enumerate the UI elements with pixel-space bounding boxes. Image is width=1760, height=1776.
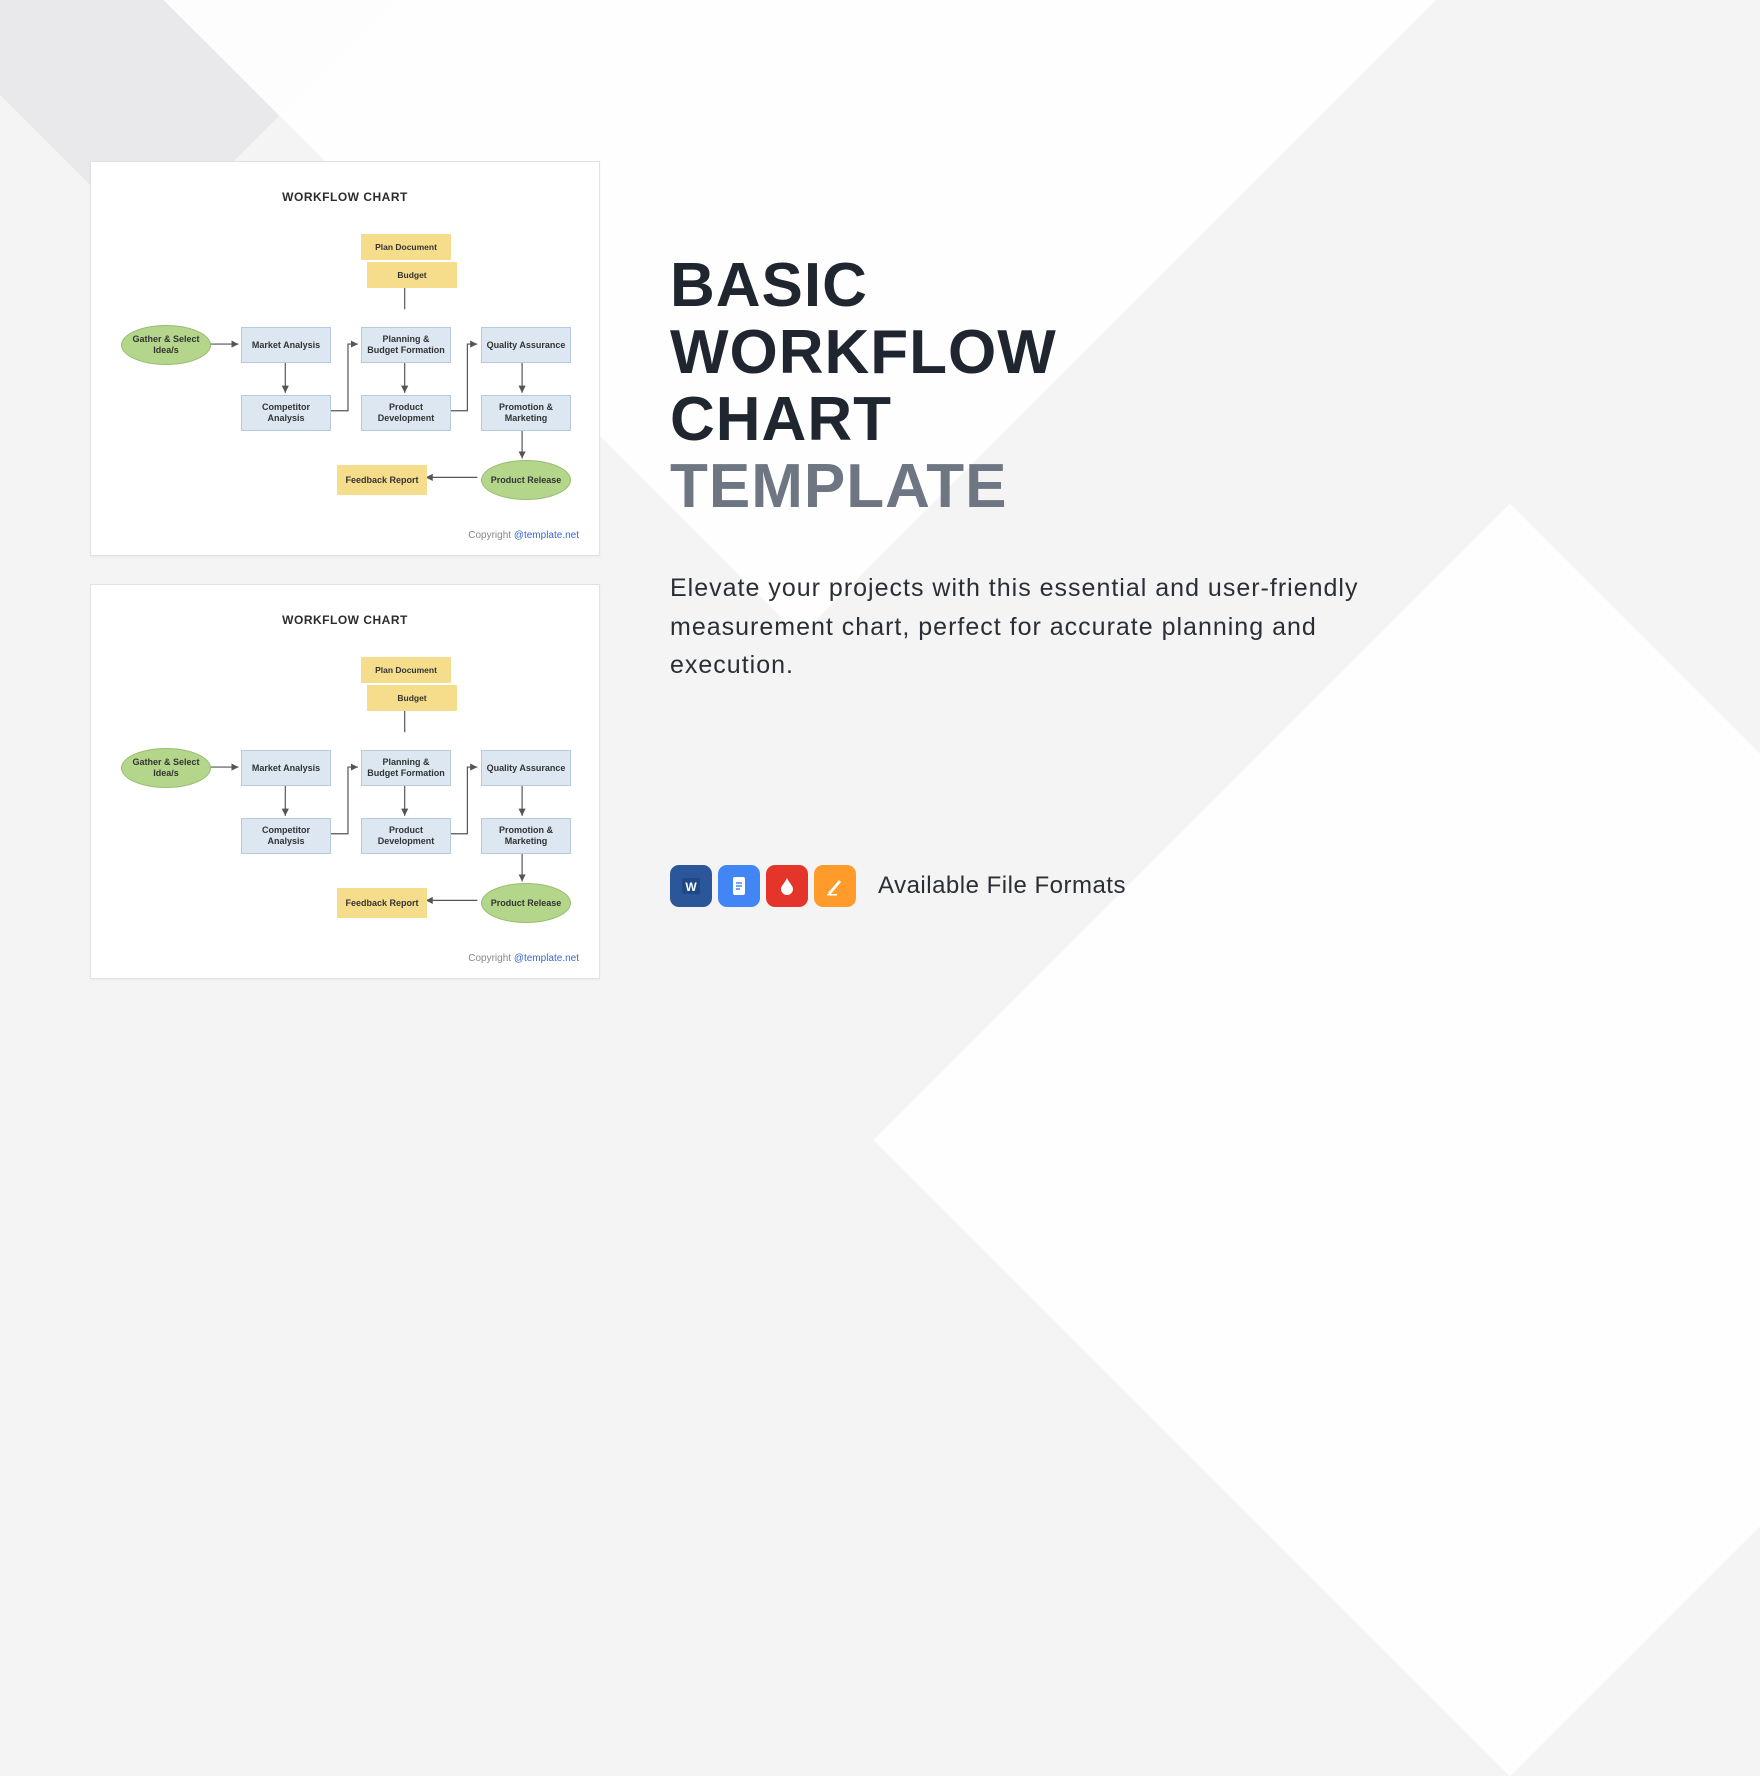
- page-container: WORKFLOW CHART: [0, 0, 1760, 1140]
- title-line-4: TEMPLATE: [670, 452, 1008, 521]
- node-quality-assurance: Quality Assurance: [481, 750, 571, 786]
- info-column: BASIC WORKFLOW CHART TEMPLATE Elevate yo…: [610, 233, 1760, 907]
- note-plan-document-wrap: Plan Document: [361, 234, 451, 260]
- node-competitor-analysis: Competitor Analysis: [241, 818, 331, 854]
- node-gather: Gather & Select Idea/s: [121, 748, 211, 788]
- copyright-link[interactable]: @template.net: [514, 530, 579, 541]
- note-budget: Budget: [367, 685, 457, 711]
- node-feedback-report: Feedback Report: [337, 888, 427, 918]
- note-plan-document: Plan Document: [361, 657, 451, 683]
- note-plan-document-wrap: Plan Document: [361, 657, 451, 683]
- workflow-thumbnail-2: WORKFLOW CHART: [90, 584, 600, 979]
- node-promotion-marketing: Promotion & Marketing: [481, 395, 571, 431]
- formats-label: Available File Formats: [878, 872, 1126, 900]
- pdf-icon: [766, 865, 808, 907]
- node-market-analysis: Market Analysis: [241, 750, 331, 786]
- apple-pages-icon: [814, 865, 856, 907]
- node-planning-budget: Planning & Budget Formation: [361, 327, 451, 363]
- thumbnails-column: WORKFLOW CHART: [0, 161, 610, 979]
- svg-text:W: W: [685, 880, 697, 894]
- node-product-dev: Product Development: [361, 818, 451, 854]
- thumbnail-copyright: Copyright @template.net: [468, 530, 579, 541]
- node-quality-assurance: Quality Assurance: [481, 327, 571, 363]
- node-feedback-report: Feedback Report: [337, 465, 427, 495]
- word-icon: W: [670, 865, 712, 907]
- format-icons: W: [670, 865, 856, 907]
- thumbnail-title: WORKFLOW CHART: [91, 190, 599, 204]
- thumbnail-copyright: Copyright @template.net: [468, 953, 579, 964]
- copyright-prefix: Copyright: [468, 953, 514, 964]
- node-product-release: Product Release: [481, 883, 571, 923]
- title-line-3: CHART: [670, 385, 892, 454]
- note-plan-document: Plan Document: [361, 234, 451, 260]
- thumbnail-title: WORKFLOW CHART: [91, 613, 599, 627]
- node-competitor-analysis: Competitor Analysis: [241, 395, 331, 431]
- node-planning-budget: Planning & Budget Formation: [361, 750, 451, 786]
- node-product-dev: Product Development: [361, 395, 451, 431]
- workflow-thumbnail-1: WORKFLOW CHART: [90, 161, 600, 556]
- node-product-release: Product Release: [481, 460, 571, 500]
- google-docs-icon: [718, 865, 760, 907]
- title-line-2: WORKFLOW: [670, 318, 1057, 387]
- copyright-link[interactable]: @template.net: [514, 953, 579, 964]
- node-promotion-marketing: Promotion & Marketing: [481, 818, 571, 854]
- copyright-prefix: Copyright: [468, 530, 514, 541]
- file-formats-row: W Available File Formats: [670, 865, 1640, 907]
- title-line-1: BASIC: [670, 251, 868, 320]
- node-gather: Gather & Select Idea/s: [121, 325, 211, 365]
- node-market-analysis: Market Analysis: [241, 327, 331, 363]
- page-description: Elevate your projects with this essentia…: [670, 569, 1390, 685]
- page-title: BASIC WORKFLOW CHART TEMPLATE: [670, 253, 1640, 521]
- note-budget: Budget: [367, 262, 457, 288]
